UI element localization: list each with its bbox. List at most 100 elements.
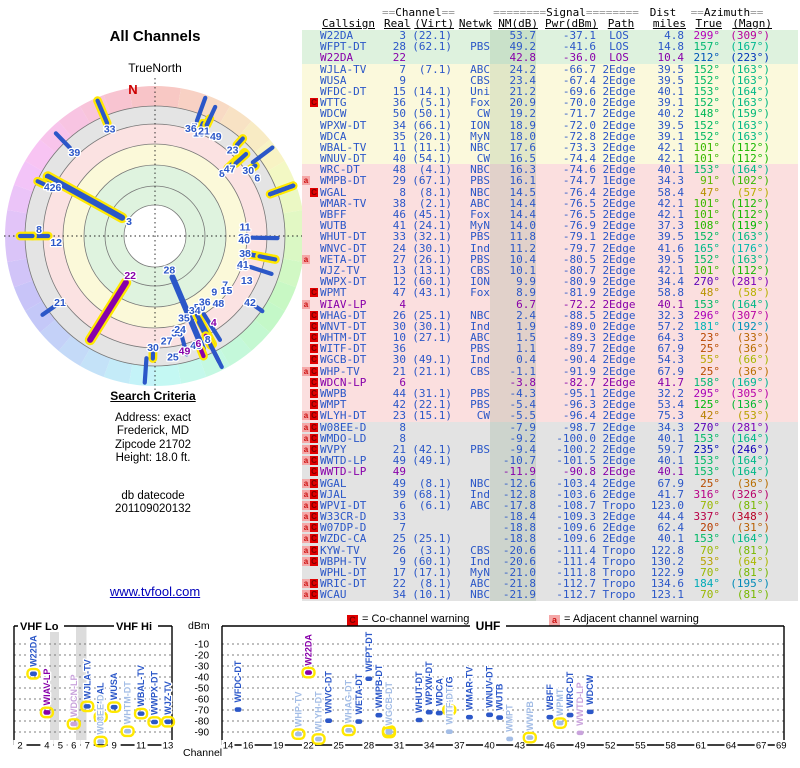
co-warning-icon: C bbox=[310, 411, 318, 421]
channel-tick-label: 16 bbox=[243, 741, 254, 752]
co-warning-icon: C bbox=[310, 187, 318, 197]
nm-db-cell: 0.4 bbox=[490, 354, 536, 366]
network-cell bbox=[452, 511, 490, 522]
dbm-tick-label: -10 bbox=[195, 640, 210, 651]
dbm-tick-label: -90 bbox=[195, 728, 210, 739]
chart-callsign-label: WDCW bbox=[585, 674, 595, 704]
magnetic-azimuth-cell: (163°) bbox=[730, 118, 770, 132]
dbm-tick-label: -30 bbox=[195, 662, 210, 673]
adjacent-warning-icon bbox=[302, 288, 310, 297]
path-cell: LOS bbox=[609, 51, 629, 65]
true-azimuth-cell: 152° bbox=[693, 118, 721, 132]
chart-callsign-label: WNUV-DT bbox=[485, 665, 495, 707]
adjacent-warning-icon bbox=[302, 389, 310, 398]
co-warning-icon bbox=[310, 143, 318, 152]
network-cell bbox=[452, 522, 490, 533]
radar-channel-label: 48 bbox=[213, 298, 225, 310]
search-criteria-heading: Search Criteria bbox=[110, 389, 196, 403]
adjacent-warning-icon: a bbox=[302, 556, 310, 566]
co-warning-icon bbox=[310, 244, 318, 253]
table-row: WPHL-DT 17 (17.1) MyN -21.0 -111.8 Tropo 122.9 7… bbox=[302, 567, 798, 578]
adjacent-warning-icon bbox=[302, 53, 310, 62]
adjacent-warning-icon: a bbox=[302, 299, 310, 309]
virtual-channel-cell: (66.1) bbox=[412, 118, 452, 132]
adjacent-warning-icon bbox=[302, 221, 310, 230]
table-row: W22DA 3 (22.1) 53.7 -37.1 LOS 4.8 299° (309°) bbox=[302, 30, 798, 41]
co-warning-icon: C bbox=[310, 456, 318, 466]
channel-tick-label: 52 bbox=[605, 741, 616, 752]
network-cell bbox=[452, 299, 490, 310]
magnetic-azimuth-cell: (81°) bbox=[736, 588, 770, 602]
virtual-channel-cell: (67.1) bbox=[412, 174, 452, 188]
adjacent-warning-icon: a bbox=[302, 456, 310, 466]
radar-channel-label: 6 bbox=[196, 338, 202, 350]
callsign-cell: WZDC-CA bbox=[320, 532, 367, 546]
table-row: C WMPT 42 (22.1) PBS -5.4 -96.3 2Edge 53.4 125° (1… bbox=[302, 399, 798, 410]
table-row: a C WZDC-CA 25 (25.1) -18.8 -109.6 2Edge 40.1 153… bbox=[302, 532, 798, 546]
co-warning-icon bbox=[310, 210, 318, 219]
radar-channel-label: 49 bbox=[210, 131, 222, 143]
tvfool-link[interactable]: www.tvfool.com bbox=[55, 584, 255, 599]
true-azimuth-cell: 42° bbox=[700, 409, 720, 423]
true-azimuth-cell: 55° bbox=[700, 353, 720, 367]
chart-callsign-label: WWTD-LP bbox=[575, 682, 585, 725]
adjacent-warning-icon bbox=[302, 400, 310, 409]
co-warning-icon: C bbox=[310, 310, 318, 320]
real-channel-cell: 30 bbox=[392, 353, 406, 367]
adjacent-warning-icon bbox=[302, 277, 310, 286]
co-warning-icon bbox=[310, 165, 318, 174]
pwr-dbm-cell: -81.9 bbox=[562, 286, 596, 300]
true-azimuth-cell: 153° bbox=[693, 532, 721, 546]
table-row: WDCA 35 (20.1) MyN 18.0 -72.8 2Edge 39.1 152° (16… bbox=[302, 130, 798, 142]
callsign-cell: WGCB-DT bbox=[320, 353, 367, 367]
channel-tick-label: 6 bbox=[71, 741, 76, 752]
table-row: WWPX-DT 12 (60.1) ION 9.9 -80.9 2Edge 34.4 270°(… bbox=[302, 276, 798, 287]
channel-tick-label: 64 bbox=[726, 741, 737, 752]
co-warning-icon: C bbox=[310, 98, 318, 108]
callsign-cell: W22DA bbox=[320, 51, 354, 65]
table-row: a WIAV-LP 4 6.7 -72.2 2Edge 40.1 153° (164°) bbox=[302, 297, 798, 311]
virtual-channel-cell: (43.1) bbox=[412, 286, 452, 300]
table-row: C WTTG 36 (5.1) Fox 20.9 -70.0 2Edge 39.1 152° (16… bbox=[302, 97, 798, 108]
table-row: C WWTD-LP 49 -11.9 -90.8 2Edge 40.1 153° (164°) bbox=[302, 465, 798, 479]
adjacent-warning-icon: a bbox=[302, 444, 310, 454]
channel-tick-label: 69 bbox=[776, 741, 787, 752]
callsign-cell: WWTD-LP bbox=[320, 465, 367, 479]
real-channel-cell: 25 bbox=[392, 532, 406, 546]
real-channel-cell: 34 bbox=[392, 588, 406, 602]
callsign-cell: WIAV-LP bbox=[320, 297, 367, 311]
radar-channel-label: 33 bbox=[104, 124, 116, 136]
channel-tick-label: 25 bbox=[333, 741, 344, 752]
magnetic-azimuth-cell: (163°) bbox=[730, 230, 770, 244]
chart-callsign-label: WITF-DT bbox=[444, 687, 454, 724]
adjacent-warning-icon bbox=[302, 87, 310, 96]
chart-callsign-label: W08EE-D bbox=[96, 694, 106, 735]
adjacent-warning-icon bbox=[302, 210, 310, 219]
chart-callsign-label: WPMT bbox=[555, 688, 565, 716]
adjacent-warning-icon: a bbox=[302, 411, 310, 421]
true-azimuth-cell: 91° bbox=[700, 174, 720, 188]
magnetic-azimuth-cell: (159°) bbox=[730, 107, 770, 121]
adjacent-warning-icon bbox=[302, 42, 310, 51]
co-warning-icon: C bbox=[310, 355, 318, 365]
table-row: C WWPB 44 (31.1) PBS -4.3 -95.1 2Edge 32.2 295° (3… bbox=[302, 388, 798, 399]
vhf-hi-label: VHF Hi bbox=[116, 621, 152, 633]
chart-callsign-label: WHUT-DT bbox=[414, 671, 424, 713]
channel-tick-label: 58 bbox=[665, 741, 676, 752]
pwr-dbm-cell: -74.7 bbox=[562, 174, 596, 188]
co-warning-icon: C bbox=[310, 288, 318, 298]
table-row: a C KYW-TV 26 (3.1) CBS -20.6 -111.4 Tropo 122.8 7… bbox=[302, 544, 798, 556]
table-row: WJLA-TV 7 (7.1) ABC 24.2 -66.7 2Edge 39.5 152° (1… bbox=[302, 63, 798, 75]
radar-channel-label: 11 bbox=[239, 222, 250, 234]
table-row: a C WBPH-TV 9 (60.1) Ind -20.6 -111.4 Tropo 130.2… bbox=[302, 556, 798, 567]
radar-channel-label: 41 bbox=[237, 259, 249, 271]
table-row: a C WMDO-LD 8 -9.2 -100.0 2Edge 40.1 153° (164°) bbox=[302, 432, 798, 444]
distance-cell: 40.1 bbox=[657, 297, 685, 311]
radar-channel-label: 47 bbox=[224, 163, 236, 175]
chart-callsign-label: WUSA bbox=[109, 672, 119, 700]
co-warning-icon: C bbox=[310, 444, 318, 454]
co-warning-icon: C bbox=[310, 556, 318, 566]
distance-cell: 40.1 bbox=[657, 465, 685, 479]
virtual-channel-cell: (25.1) bbox=[412, 532, 452, 546]
table-row: a C WCAU 34 (10.1) NBC -21.9 -112.7 Tropo 123.1 70… bbox=[302, 588, 798, 602]
